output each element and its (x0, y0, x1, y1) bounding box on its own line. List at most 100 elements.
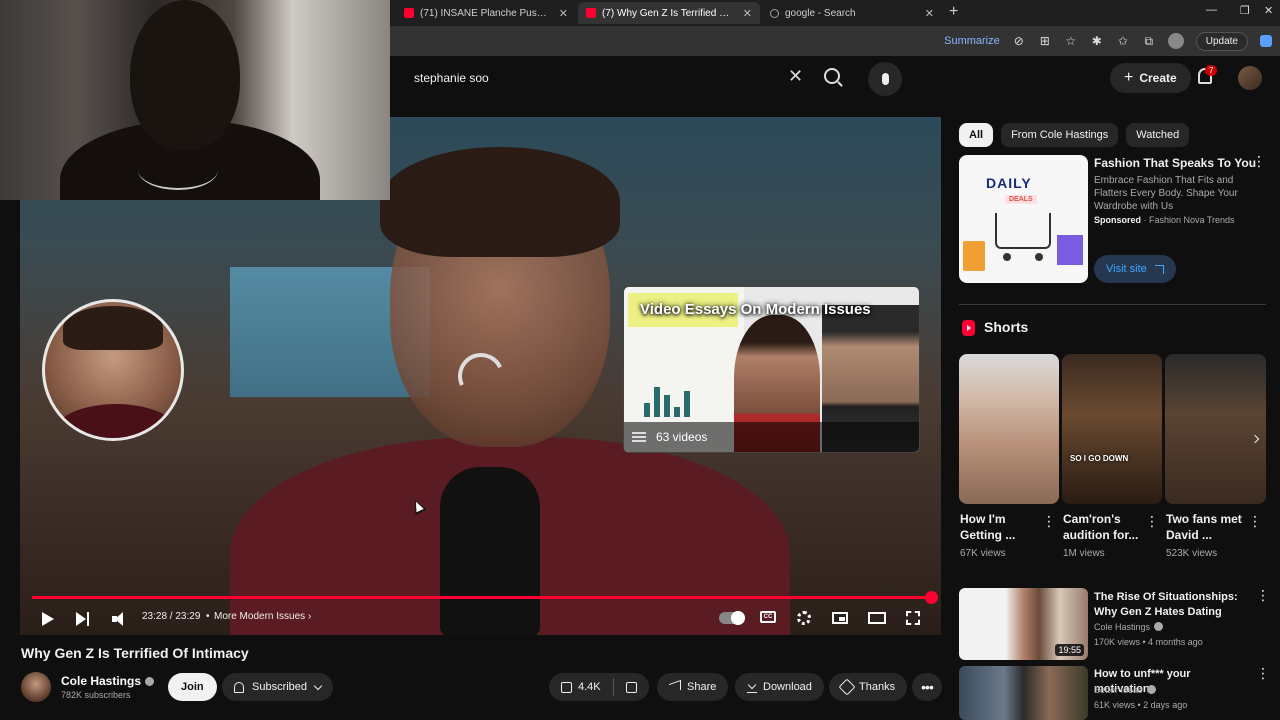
subscribed-button[interactable]: Subscribed (222, 673, 334, 701)
short-more-options-icon[interactable]: ⋮ (1042, 514, 1056, 528)
chip-all[interactable]: All (959, 123, 994, 147)
video-more-options-icon[interactable]: ⋮ (1256, 588, 1270, 602)
channel-avatar[interactable] (21, 672, 51, 702)
recommended-channel[interactable]: Cole Hastings (1094, 620, 1164, 634)
theater-mode-button[interactable] (868, 612, 886, 624)
recommended-video-title[interactable]: The Rise Of Situationships: Why Gen Z Ha… (1094, 590, 1249, 620)
minimize-icon[interactable]: — (1206, 4, 1217, 16)
progress-bar[interactable] (32, 591, 938, 604)
gear-icon (797, 611, 811, 625)
browser-tab-planche[interactable]: (71) INSANE Planche Pushup Prog ✕ (396, 2, 576, 24)
recommended-channel[interactable]: Better Ideas (1094, 683, 1156, 697)
voice-search-button[interactable] (868, 62, 902, 96)
browser-tab-google[interactable]: google - Search ✕ (762, 2, 942, 24)
youtube-favicon-icon (404, 8, 414, 18)
thanks-button[interactable]: Thanks (829, 673, 908, 701)
ad-more-options-icon[interactable]: ⋮ (1252, 154, 1266, 168)
close-window-icon[interactable]: ✕ (1264, 4, 1273, 17)
join-button[interactable]: Join (168, 673, 217, 701)
tab-title: (7) Why Gen Z Is Terrified Of Intim (602, 7, 735, 19)
dislike-button[interactable] (614, 681, 649, 693)
super-thanks-icon (838, 678, 856, 696)
share-button[interactable]: Share (657, 673, 729, 701)
visit-site-button[interactable]: Visit site (1094, 255, 1176, 283)
playlist-video-count: 63 videos (656, 430, 708, 444)
bookmark-star-icon[interactable]: ☆ (1064, 34, 1078, 48)
webcam-overlay (0, 0, 390, 200)
autoplay-toggle[interactable] (719, 611, 745, 625)
recommended-video-thumbnail[interactable]: 19:55 (959, 588, 1088, 660)
restore-icon[interactable]: ❐ (1240, 4, 1250, 17)
youtube-favicon-icon (586, 8, 596, 18)
create-button[interactable]: + Create (1110, 63, 1191, 93)
play-button[interactable] (42, 612, 54, 626)
copilot-icon[interactable] (1260, 35, 1272, 47)
collections-icon[interactable]: ⧉ (1142, 34, 1156, 48)
short-more-options-icon[interactable]: ⋮ (1145, 514, 1159, 528)
browser-tab-gen-z[interactable]: (7) Why Gen Z Is Terrified Of Intim ✕ (578, 2, 760, 24)
ad-thumb-title: DAILY (986, 175, 1032, 191)
play-icon (42, 612, 54, 626)
short-thumbnail[interactable]: SO I GO DOWN (1062, 354, 1162, 504)
subscriber-count: 782K subscribers (61, 690, 131, 700)
short-thumbnail[interactable] (1165, 354, 1266, 504)
cart-wheel (1035, 253, 1043, 261)
cart-wheel (1003, 253, 1011, 261)
more-horizontal-icon: ••• (921, 679, 934, 695)
account-avatar[interactable] (1238, 66, 1262, 90)
update-button[interactable]: Update (1195, 31, 1248, 51)
new-tab-icon[interactable]: + (949, 3, 958, 21)
extensions-icon[interactable]: ✱ (1090, 34, 1104, 48)
share-label: Share (687, 681, 717, 693)
section-divider (959, 304, 1266, 305)
settings-button[interactable] (797, 611, 811, 625)
video-more-options-icon[interactable]: ⋮ (1256, 666, 1270, 680)
fullscreen-button[interactable] (906, 611, 920, 625)
mute-button[interactable] (112, 612, 128, 626)
chapter-chevron-icon[interactable]: › (308, 611, 311, 622)
ad-thumbnail[interactable]: DAILY DEALS (959, 155, 1088, 283)
summarize-button[interactable]: Summarize (944, 35, 1000, 47)
microphone-icon (881, 73, 889, 85)
reader-icon[interactable]: ⊘ (1012, 34, 1026, 48)
doc-bar (664, 395, 670, 417)
chip-watched[interactable]: Watched (1126, 123, 1190, 147)
playlist-icon (632, 432, 646, 442)
progress-fill (32, 596, 931, 599)
short-title[interactable]: Two fans met David ... (1166, 511, 1246, 543)
short-title[interactable]: Cam'ron's audition for... (1063, 511, 1143, 543)
like-dislike-group: 4.4K (549, 673, 649, 701)
clear-search-icon[interactable]: ✕ (788, 66, 803, 87)
volume-icon (112, 612, 128, 626)
chapter-title-button[interactable]: More Modern Issues (214, 611, 305, 622)
search-box (398, 64, 852, 92)
more-actions-button[interactable]: ••• (912, 673, 942, 701)
close-tab-icon[interactable]: ✕ (559, 7, 568, 20)
notification-count-badge: 7 (1205, 65, 1218, 76)
apps-icon[interactable]: ⊞ (1038, 34, 1052, 48)
like-button[interactable]: 4.4K (561, 678, 614, 696)
favorites-icon[interactable]: ✩ (1116, 34, 1130, 48)
like-count: 4.4K (578, 681, 601, 693)
search-icon[interactable] (824, 68, 840, 84)
short-title[interactable]: How I'm Getting ... (960, 511, 1040, 543)
search-input[interactable] (414, 71, 836, 85)
filter-chips: All From Cole Hastings Watched (959, 123, 1190, 147)
endscreen-playlist-card[interactable]: Video Essays On Modern Issues 63 videos (623, 286, 920, 453)
next-video-button[interactable] (76, 612, 89, 626)
subtitles-button[interactable]: CC (760, 611, 776, 623)
profile-avatar[interactable] (1167, 33, 1184, 49)
chip-from-channel[interactable]: From Cole Hastings (1001, 123, 1119, 147)
channel-name-link[interactable]: Cole Hastings (61, 674, 155, 688)
ad-title[interactable]: Fashion That Speaks To You (1094, 156, 1256, 170)
close-tab-icon[interactable]: ✕ (925, 7, 934, 20)
short-thumbnail[interactable] (959, 354, 1059, 504)
recommended-video-thumbnail[interactable] (959, 666, 1088, 720)
endscreen-channel-avatar[interactable] (42, 299, 184, 441)
theater-mode-icon (868, 612, 886, 624)
short-caption: SO I GO DOWN (1070, 454, 1129, 463)
short-more-options-icon[interactable]: ⋮ (1248, 514, 1262, 528)
miniplayer-button[interactable] (832, 612, 848, 624)
close-tab-icon[interactable]: ✕ (743, 7, 752, 20)
download-button[interactable]: Download (735, 673, 824, 701)
